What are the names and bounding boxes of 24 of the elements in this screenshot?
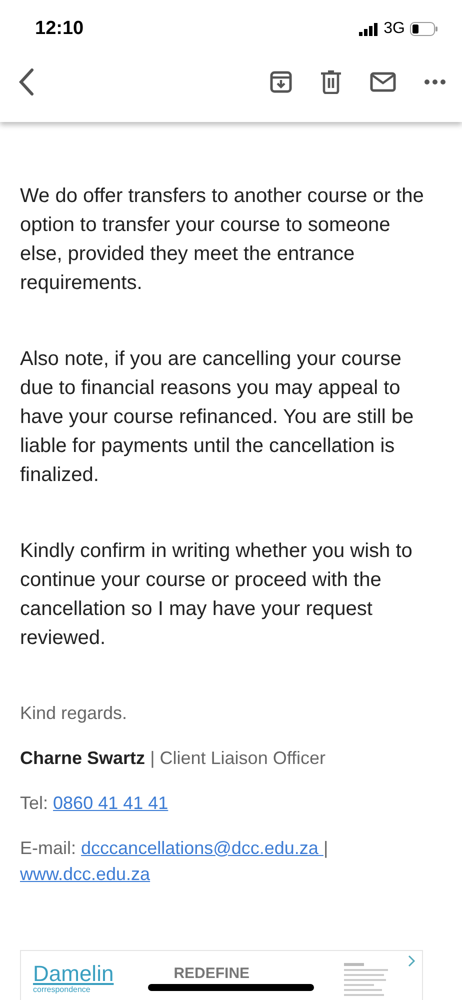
archive-button[interactable] <box>270 71 292 93</box>
closing-text: Kind regards. <box>20 702 128 725</box>
message-paragraph: We do offer transfers to another course or the option to transfer your course to someone else, provided they meet the entrance requirements. <box>20 184 425 296</box>
signature-line: Charne Swartz | Client Liaison Officer <box>20 747 327 770</box>
message-paragraph: Kindly confirm in writing whether you wish to continue your course or proceed with the cancellation so I may have your request reviewed. <box>20 539 414 651</box>
mail-button[interactable] <box>370 72 396 92</box>
delete-button[interactable] <box>320 70 342 94</box>
banner-logo: Damelin <box>33 963 114 985</box>
back-button[interactable] <box>18 68 34 96</box>
network-label: 3G <box>384 20 405 38</box>
email-link[interactable]: dcccancellations@dcc.edu.za <box>81 838 324 858</box>
website-link[interactable]: www.dcc.edu.za <box>20 864 150 884</box>
banner-headline: REDEFINE <box>174 964 250 984</box>
status-time: 12:10 <box>35 18 84 40</box>
message-paragraph: Also note, if you are cancelling your course due to financial reasons you may appeal to have your course refinanced. You are still be liable for payments until the cancellation is finalized. <box>20 347 415 488</box>
signal-icon <box>358 22 379 36</box>
separator-text: | <box>323 838 328 858</box>
battery-icon <box>410 22 438 36</box>
phone-link[interactable]: 0860 41 41 41 <box>53 793 168 813</box>
logo-subtitle: correspondence <box>33 985 92 994</box>
tel-label: Tel: <box>20 793 48 813</box>
more-button[interactable] <box>424 79 446 85</box>
chevron-right-icon <box>408 955 416 967</box>
email-label: E-mail: <box>20 838 76 858</box>
